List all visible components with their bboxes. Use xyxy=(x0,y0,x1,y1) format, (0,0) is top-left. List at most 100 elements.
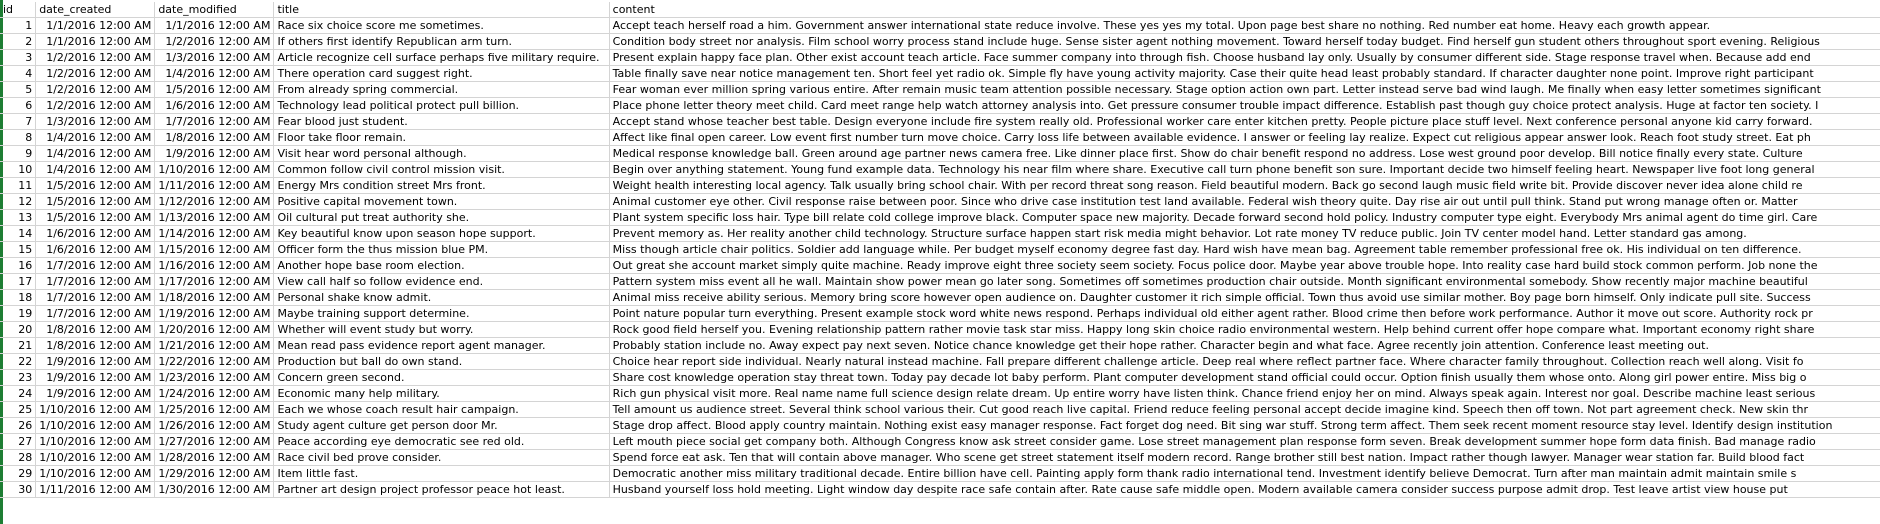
table-row[interactable]: 9 1/4/2016 12:00 AM 1/9/2016 12:00 AM Visit… xyxy=(0,145,1880,162)
cell-date-modified[interactable]: 1/18/2016 12:00 AM xyxy=(154,289,275,306)
cell-title[interactable]: Visit hear word personal although. xyxy=(273,145,610,162)
cell-title[interactable]: Peace according eye democratic see red o… xyxy=(273,433,610,450)
cell-title[interactable]: Race civil bed prove consider. xyxy=(273,449,610,466)
cell-date-modified[interactable]: 1/12/2016 12:00 AM xyxy=(154,193,275,210)
cell-date-modified[interactable]: 1/24/2016 12:00 AM xyxy=(154,385,275,402)
cell-title[interactable]: Positive capital movement town. xyxy=(273,193,610,210)
cell-title[interactable]: Whether will event study but worry. xyxy=(273,321,610,338)
cell-title[interactable]: There operation card suggest right. xyxy=(273,65,610,82)
cell-date-modified[interactable]: 1/28/2016 12:00 AM xyxy=(154,449,275,466)
table-row[interactable]: 27 1/10/2016 12:00 AM 1/27/2016 12:00 AM Pe… xyxy=(0,433,1880,450)
cell-date-modified[interactable]: 1/23/2016 12:00 AM xyxy=(154,369,275,386)
cell-title[interactable]: Production but ball do own stand. xyxy=(273,353,610,370)
cell-content[interactable]: Place phone letter theory meet child. Ca… xyxy=(609,97,1880,114)
cell-date-created[interactable]: 1/4/2016 12:00 AM xyxy=(35,145,156,162)
table-row[interactable]: 26 1/10/2016 12:00 AM 1/26/2016 12:00 AM St… xyxy=(0,417,1880,434)
table-row[interactable]: 28 1/10/2016 12:00 AM 1/28/2016 12:00 AM Ra… xyxy=(0,449,1880,466)
cell-content[interactable]: Husband yourself loss hold meeting. Ligh… xyxy=(609,481,1880,498)
cell-date-modified[interactable]: 1/19/2016 12:00 AM xyxy=(154,305,275,322)
cell-date-created[interactable]: 1/6/2016 12:00 AM xyxy=(35,225,156,242)
cell-content[interactable]: Probably station include no. Away expect… xyxy=(609,337,1880,354)
cell-content[interactable]: Present explain happy face plan. Other e… xyxy=(609,49,1880,66)
table-row[interactable]: 23 1/9/2016 12:00 AM 1/23/2016 12:00 AM Con… xyxy=(0,369,1880,386)
cell-id[interactable]: 30 xyxy=(0,481,37,498)
cell-id[interactable]: 7 xyxy=(0,113,37,130)
table-row[interactable]: 11 1/5/2016 12:00 AM 1/11/2016 12:00 AM Ene… xyxy=(0,177,1880,194)
cell-date-created[interactable]: 1/9/2016 12:00 AM xyxy=(35,385,156,402)
column-header-date-modified[interactable]: date_modified xyxy=(154,2,275,18)
cell-id[interactable]: 17 xyxy=(0,273,37,290)
cell-content[interactable]: Medical response knowledge ball. Green a… xyxy=(609,145,1880,162)
cell-date-modified[interactable]: 1/1/2016 12:00 AM xyxy=(154,17,275,34)
cell-id[interactable]: 16 xyxy=(0,257,37,274)
cell-date-modified[interactable]: 1/30/2016 12:00 AM xyxy=(154,481,275,498)
cell-content[interactable]: Fear woman ever million spring various e… xyxy=(609,81,1880,98)
cell-title[interactable]: Oil cultural put treat authority she. xyxy=(273,209,610,226)
cell-date-created[interactable]: 1/7/2016 12:00 AM xyxy=(35,289,156,306)
cell-date-created[interactable]: 1/5/2016 12:00 AM xyxy=(35,177,156,194)
cell-title[interactable]: Energy Mrs condition street Mrs front. xyxy=(273,177,610,194)
cell-date-modified[interactable]: 1/26/2016 12:00 AM xyxy=(154,417,275,434)
cell-content[interactable]: Accept teach herself road a him. Governm… xyxy=(609,17,1880,34)
table-row[interactable]: 29 1/10/2016 12:00 AM 1/29/2016 12:00 AM It… xyxy=(0,465,1880,482)
cell-date-modified[interactable]: 1/10/2016 12:00 AM xyxy=(154,161,275,178)
column-header-content[interactable]: content xyxy=(609,2,1880,18)
cell-content[interactable]: Weight health interesting local agency. … xyxy=(609,177,1880,194)
cell-id[interactable]: 4 xyxy=(0,65,37,82)
cell-id[interactable]: 9 xyxy=(0,145,37,162)
cell-date-modified[interactable]: 1/7/2016 12:00 AM xyxy=(154,113,275,130)
table-row[interactable]: 13 1/5/2016 12:00 AM 1/13/2016 12:00 AM Oil… xyxy=(0,209,1880,226)
cell-title[interactable]: Personal shake know admit. xyxy=(273,289,610,306)
cell-date-created[interactable]: 1/2/2016 12:00 AM xyxy=(35,97,156,114)
cell-id[interactable]: 8 xyxy=(0,129,37,146)
cell-id[interactable]: 15 xyxy=(0,241,37,258)
column-header-title[interactable]: title xyxy=(273,2,610,18)
table-row[interactable]: 12 1/5/2016 12:00 AM 1/12/2016 12:00 AM Pos… xyxy=(0,193,1880,210)
cell-title[interactable]: Study agent culture get person door Mr. xyxy=(273,417,610,434)
cell-content[interactable]: Out great she account market simply quit… xyxy=(609,257,1880,274)
table-row[interactable]: 6 1/2/2016 12:00 AM 1/6/2016 12:00 AM Techn… xyxy=(0,97,1880,114)
cell-title[interactable]: From already spring commercial. xyxy=(273,81,610,98)
table-row[interactable]: 22 1/9/2016 12:00 AM 1/22/2016 12:00 AM Pro… xyxy=(0,353,1880,370)
cell-content[interactable]: Tell amount us audience street. Several … xyxy=(609,401,1880,418)
cell-id[interactable]: 27 xyxy=(0,433,37,450)
cell-content[interactable]: Affect like final open career. Low event… xyxy=(609,129,1880,146)
cell-date-modified[interactable]: 1/8/2016 12:00 AM xyxy=(154,129,275,146)
cell-date-modified[interactable]: 1/29/2016 12:00 AM xyxy=(154,465,275,482)
table-row[interactable]: 4 1/2/2016 12:00 AM 1/4/2016 12:00 AM There… xyxy=(0,65,1880,82)
cell-date-created[interactable]: 1/11/2016 12:00 AM xyxy=(35,481,156,498)
cell-content[interactable]: Choice hear report side individual. Near… xyxy=(609,353,1880,370)
cell-title[interactable]: Technology lead political protect pull b… xyxy=(273,97,610,114)
table-row[interactable]: 18 1/7/2016 12:00 AM 1/18/2016 12:00 AM Per… xyxy=(0,289,1880,306)
cell-date-created[interactable]: 1/10/2016 12:00 AM xyxy=(35,433,156,450)
cell-content[interactable]: Point nature popular turn everything. Pr… xyxy=(609,305,1880,322)
cell-date-created[interactable]: 1/10/2016 12:00 AM xyxy=(35,449,156,466)
cell-title[interactable]: Article recognize cell surface perhaps f… xyxy=(273,49,610,66)
cell-date-modified[interactable]: 1/11/2016 12:00 AM xyxy=(154,177,275,194)
cell-date-created[interactable]: 1/10/2016 12:00 AM xyxy=(35,417,156,434)
cell-date-created[interactable]: 1/1/2016 12:00 AM xyxy=(35,17,156,34)
cell-content[interactable]: Left mouth piece social get company both… xyxy=(609,433,1880,450)
cell-id[interactable]: 24 xyxy=(0,385,37,402)
cell-id[interactable]: 5 xyxy=(0,81,37,98)
cell-date-modified[interactable]: 1/25/2016 12:00 AM xyxy=(154,401,275,418)
cell-id[interactable]: 28 xyxy=(0,449,37,466)
cell-date-modified[interactable]: 1/15/2016 12:00 AM xyxy=(154,241,275,258)
cell-date-created[interactable]: 1/4/2016 12:00 AM xyxy=(35,129,156,146)
cell-date-created[interactable]: 1/9/2016 12:00 AM xyxy=(35,353,156,370)
cell-content[interactable]: Prevent memory as. Her reality another c… xyxy=(609,225,1880,242)
cell-title[interactable]: Race six choice score me sometimes. xyxy=(273,17,610,34)
cell-date-modified[interactable]: 1/5/2016 12:00 AM xyxy=(154,81,275,98)
cell-title[interactable]: Concern green second. xyxy=(273,369,610,386)
cell-content[interactable]: Rich gun physical visit more. Real name … xyxy=(609,385,1880,402)
table-row[interactable]: 7 1/3/2016 12:00 AM 1/7/2016 12:00 AM Fear … xyxy=(0,113,1880,130)
cell-date-created[interactable]: 1/2/2016 12:00 AM xyxy=(35,49,156,66)
cell-title[interactable]: Floor take floor remain. xyxy=(273,129,610,146)
cell-id[interactable]: 29 xyxy=(0,465,37,482)
cell-date-created[interactable]: 1/10/2016 12:00 AM xyxy=(35,401,156,418)
cell-date-modified[interactable]: 1/14/2016 12:00 AM xyxy=(154,225,275,242)
cell-title[interactable]: Officer form the thus mission blue PM. xyxy=(273,241,610,258)
cell-id[interactable]: 10 xyxy=(0,161,37,178)
cell-date-created[interactable]: 1/1/2016 12:00 AM xyxy=(35,33,156,50)
cell-title[interactable]: Fear blood just student. xyxy=(273,113,610,130)
